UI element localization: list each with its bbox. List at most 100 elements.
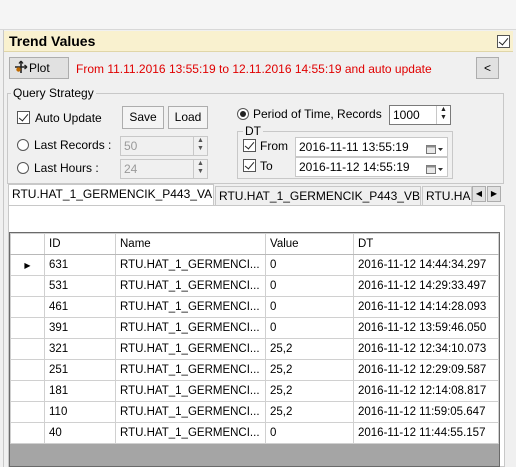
row-header[interactable] (10, 275, 45, 297)
table-row[interactable]: 251 RTU.HAT_1_GERMENCI... 25,2 2016-11-12 1… (10, 359, 499, 381)
cell-name[interactable]: RTU.HAT_1_GERMENCI... (115, 422, 266, 444)
cell-value[interactable]: 25,2 (265, 401, 354, 423)
last-hours-spinner[interactable]: ▲ ▼ (193, 160, 207, 178)
calendar-dropdown-icon[interactable] (426, 162, 444, 174)
last-records-label: Last Records : (34, 138, 112, 152)
cell-id[interactable]: 461 (44, 296, 116, 318)
plot-icon (14, 60, 28, 74)
period-of-time-radio[interactable] (237, 108, 249, 120)
cell-dt[interactable]: 2016-11-12 13:59:46.050 (353, 317, 499, 339)
cell-id[interactable]: 181 (44, 380, 116, 402)
cell-name[interactable]: RTU.HAT_1_GERMENCI... (115, 275, 266, 297)
from-datetime-picker[interactable]: 2016-11-11 13:55:19 (295, 137, 448, 157)
panel-title-checkbox[interactable] (497, 35, 510, 48)
cell-id[interactable]: 251 (44, 359, 116, 381)
row-header-corner (10, 233, 45, 255)
last-records-input[interactable]: 50 ▲ ▼ (120, 136, 208, 156)
cell-dt[interactable]: 2016-11-12 14:14:28.093 (353, 296, 499, 318)
tab-vbc[interactable]: RTU.HAT_1_GERMENCIK_P443_VBC (215, 186, 421, 206)
cell-value[interactable]: 0 (265, 296, 354, 318)
dt-legend: DT (243, 124, 263, 138)
table-row[interactable]: 531 RTU.HAT_1_GERMENCI... 0 2016-11-12 14:2… (10, 275, 499, 297)
panel-title: Trend Values (9, 33, 96, 49)
column-header-id[interactable]: ID (44, 233, 116, 255)
tab-partial[interactable]: RTU.HA (422, 186, 472, 206)
row-header[interactable] (10, 401, 45, 423)
row-header[interactable]: ▶ (10, 254, 45, 276)
plot-button-label: Plot (29, 61, 50, 75)
column-header-value[interactable]: Value (265, 233, 354, 255)
table-row[interactable]: 181 RTU.HAT_1_GERMENCI... 25,2 2016-11-12 1… (10, 380, 499, 402)
period-records-input[interactable]: 1000 ▲ ▼ (389, 105, 451, 125)
cell-dt[interactable]: 2016-11-12 11:44:55.157 (353, 422, 499, 444)
cell-dt[interactable]: 2016-11-12 14:29:33.497 (353, 275, 499, 297)
table-row[interactable]: 391 RTU.HAT_1_GERMENCI... 0 2016-11-12 13:5… (10, 317, 499, 339)
cell-dt[interactable]: 2016-11-12 12:29:09.587 (353, 359, 499, 381)
load-button[interactable]: Load (168, 106, 208, 129)
cell-dt[interactable]: 2016-11-12 12:34:10.073 (353, 338, 499, 360)
last-records-radio[interactable] (17, 139, 29, 151)
cell-id[interactable]: 531 (44, 275, 116, 297)
save-button[interactable]: Save (122, 106, 164, 129)
period-of-time-label: Period of Time, Records (253, 107, 382, 121)
column-header-name[interactable]: Name (115, 233, 266, 255)
table-row[interactable]: 110 RTU.HAT_1_GERMENCI... 25,2 2016-11-12 1… (10, 401, 499, 423)
row-header[interactable] (10, 422, 45, 444)
period-records-spinner[interactable]: ▲ ▼ (436, 106, 450, 124)
cell-value[interactable]: 0 (265, 254, 354, 276)
cell-value[interactable]: 0 (265, 275, 354, 297)
trend-data-grid[interactable]: ID Name Value DT ▶ 631 RTU.HAT_1_GERMENCI.… (9, 232, 500, 467)
cell-name[interactable]: RTU.HAT_1_GERMENCI... (115, 338, 266, 360)
tab-scroll-right-button[interactable]: ▶ (487, 186, 501, 202)
row-header[interactable] (10, 338, 45, 360)
cell-name[interactable]: RTU.HAT_1_GERMENCI... (115, 296, 266, 318)
auto-update-label: Auto Update (35, 111, 102, 125)
cell-dt[interactable]: 2016-11-12 12:14:08.817 (353, 380, 499, 402)
current-row-indicator-icon: ▶ (24, 260, 31, 270)
to-label: To (260, 159, 273, 173)
cell-name[interactable]: RTU.HAT_1_GERMENCI... (115, 254, 266, 276)
cell-id[interactable]: 631 (44, 254, 116, 276)
to-datetime-picker[interactable]: 2016-11-12 14:55:19 (295, 157, 448, 177)
row-header[interactable] (10, 380, 45, 402)
query-strategy-legend: Query Strategy (11, 86, 96, 100)
table-row[interactable]: 321 RTU.HAT_1_GERMENCI... 25,2 2016-11-12 1… (10, 338, 499, 360)
tab-vab[interactable]: RTU.HAT_1_GERMENCIK_P443_VAB (8, 184, 214, 206)
last-hours-radio[interactable] (17, 162, 29, 174)
auto-update-checkbox[interactable] (17, 111, 30, 124)
collapse-button[interactable]: < (476, 57, 499, 79)
cell-name[interactable]: RTU.HAT_1_GERMENCI... (115, 401, 266, 423)
cell-id[interactable]: 110 (44, 401, 116, 423)
to-checkbox[interactable] (243, 159, 256, 172)
last-hours-input[interactable]: 24 ▲ ▼ (120, 159, 208, 179)
table-row[interactable]: 461 RTU.HAT_1_GERMENCI... 0 2016-11-12 14:1… (10, 296, 499, 318)
plot-button[interactable]: Plot (9, 57, 69, 79)
cell-name[interactable]: RTU.HAT_1_GERMENCI... (115, 380, 266, 402)
row-header[interactable] (10, 359, 45, 381)
query-status-text: From 11.11.2016 13:55:19 to 12.11.2016 1… (76, 62, 432, 76)
cell-id[interactable]: 321 (44, 338, 116, 360)
tab-scroll-left-button[interactable]: ◀ (472, 186, 486, 202)
cell-name[interactable]: RTU.HAT_1_GERMENCI... (115, 359, 266, 381)
table-row[interactable]: ▶ 631 RTU.HAT_1_GERMENCI... 0 2016-11-12 14:… (10, 254, 499, 276)
row-header[interactable] (10, 317, 45, 339)
cell-value[interactable]: 25,2 (265, 380, 354, 402)
calendar-dropdown-icon[interactable] (426, 142, 444, 154)
cell-id[interactable]: 40 (44, 422, 116, 444)
cell-dt[interactable]: 2016-11-12 14:44:34.297 (353, 254, 499, 276)
table-row[interactable]: 40 RTU.HAT_1_GERMENCI... 0 2016-11-12 11:44… (10, 422, 499, 444)
last-records-spinner[interactable]: ▲ ▼ (193, 137, 207, 155)
cell-value[interactable]: 25,2 (265, 338, 354, 360)
cell-name[interactable]: RTU.HAT_1_GERMENCI... (115, 317, 266, 339)
cell-value[interactable]: 25,2 (265, 359, 354, 381)
column-header-dt[interactable]: DT (353, 233, 499, 255)
row-header[interactable] (10, 296, 45, 318)
grid-header-row: ID Name Value DT (10, 233, 499, 255)
top-strip (0, 0, 516, 30)
cell-id[interactable]: 391 (44, 317, 116, 339)
last-hours-label: Last Hours : (34, 161, 99, 175)
cell-dt[interactable]: 2016-11-12 11:59:05.647 (353, 401, 499, 423)
cell-value[interactable]: 0 (265, 317, 354, 339)
cell-value[interactable]: 0 (265, 422, 354, 444)
from-checkbox[interactable] (243, 139, 256, 152)
